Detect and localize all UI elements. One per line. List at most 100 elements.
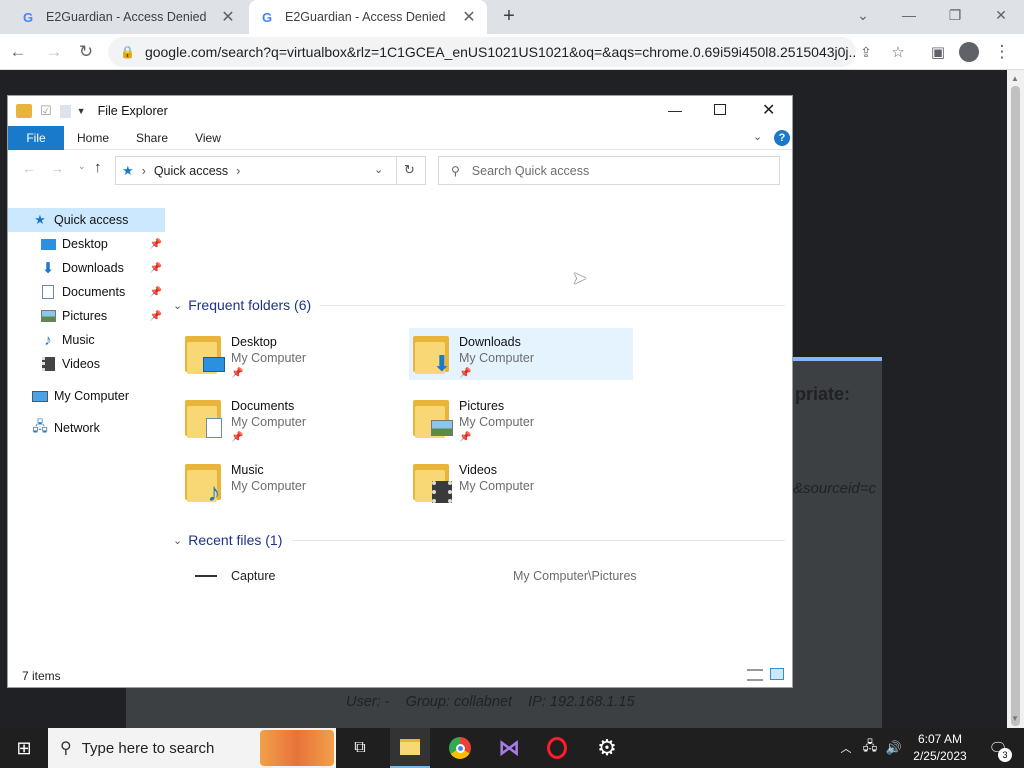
nav-desktop[interactable]: Desktop 📌 — [8, 232, 165, 256]
folder-tile-documents[interactable]: Documents My Computer 📌 — [181, 392, 405, 444]
document-icon — [203, 418, 225, 438]
recent-locations-icon[interactable]: ⌄ — [78, 161, 86, 172]
close-button[interactable]: ✕ — [762, 100, 775, 120]
volume-icon[interactable]: 🔊 — [884, 728, 904, 768]
film-strip-icon — [431, 481, 453, 503]
up-arrow-icon[interactable]: ↑ — [94, 159, 102, 176]
browser-toolbar: ← → ↻ 🔒 google.com/search?q=virtualbox&r… — [0, 34, 1024, 70]
help-icon[interactable]: ? — [774, 130, 790, 146]
maximize-button[interactable] — [714, 104, 726, 115]
nav-my-computer[interactable]: My Computer — [8, 384, 165, 408]
folder-location: My Computer — [231, 415, 307, 429]
collapse-chevron-icon[interactable]: ⌄ — [173, 534, 182, 547]
bookmark-star-icon[interactable]: ☆ — [886, 40, 910, 64]
share-icon[interactable]: ⇪ — [854, 40, 878, 64]
forward-icon[interactable]: → — [42, 40, 66, 64]
folder-tile-desktop[interactable]: Desktop My Computer 📌 — [181, 328, 405, 380]
nav-label: Videos — [62, 357, 100, 371]
pin-icon[interactable]: 📌 — [150, 263, 162, 274]
folder-icon: ♪ — [185, 460, 225, 507]
folder-tile-music[interactable]: ♪ Music My Computer — [181, 456, 405, 508]
tab-view[interactable]: View — [184, 126, 232, 150]
task-view-icon[interactable]: ⧉ — [340, 728, 380, 768]
new-folder-qat-icon[interactable] — [59, 104, 71, 118]
nav-music[interactable]: ♪ Music — [8, 328, 165, 352]
folder-location: My Computer — [459, 415, 535, 429]
side-panel-icon[interactable]: ▣ — [926, 40, 950, 64]
back-icon[interactable]: ← — [6, 40, 30, 64]
refresh-icon[interactable]: ↻ — [404, 162, 415, 178]
settings-gear-icon[interactable]: ⚙ — [587, 728, 627, 768]
network-tray-icon[interactable]: 🖧 — [860, 728, 880, 768]
scrollbar-thumb[interactable] — [1011, 86, 1020, 726]
browser-tab-1[interactable]: G E2Guardian - Access Denied ✕ — [10, 0, 246, 34]
address-box[interactable]: ★ › Quick access › ⌄ ↻ — [115, 156, 426, 185]
tab-title: E2Guardian - Access Denied — [46, 10, 207, 24]
close-tab-icon[interactable]: ✕ — [220, 7, 236, 27]
folder-icon — [413, 460, 453, 504]
pin-icon[interactable]: 📌 — [150, 239, 162, 250]
large-icons-view-icon[interactable] — [770, 668, 784, 680]
nav-network[interactable]: 🖧 Network — [8, 416, 165, 440]
folder-tile-pictures[interactable]: Pictures My Computer 📌 — [409, 392, 633, 444]
nav-label: My Computer — [54, 389, 130, 403]
search-placeholder: Type here to search — [81, 739, 215, 757]
back-arrow-icon[interactable]: ← — [22, 160, 36, 176]
nav-quick-access[interactable]: ★ Quick access — [8, 208, 165, 232]
folder-location: My Computer — [459, 479, 535, 493]
tab-search-icon[interactable]: ⌄ — [840, 0, 886, 30]
tab-share[interactable]: Share — [128, 126, 176, 150]
minimize-button[interactable]: — — [668, 102, 682, 118]
reload-icon[interactable]: ↻ — [74, 40, 98, 64]
frequent-folders-header[interactable]: ⌄ Frequent folders (6) — [173, 295, 785, 315]
folder-tile-downloads[interactable]: ⬇ Downloads My Computer 📌 — [409, 328, 633, 380]
close-tab-icon[interactable]: ✕ — [461, 7, 477, 27]
pin-icon: 📌 — [231, 432, 244, 443]
scroll-down-icon[interactable]: ▼ — [1011, 714, 1019, 723]
breadcrumb-chevron-icon[interactable]: › — [142, 164, 146, 178]
taskbar-search-box[interactable]: ⚲ Type here to search — [48, 728, 336, 768]
close-window-button[interactable]: ✕ — [978, 0, 1024, 30]
recent-files-header[interactable]: ⌄ Recent files (1) — [173, 530, 785, 550]
new-tab-button[interactable]: + — [496, 5, 522, 29]
notification-center-icon[interactable]: 🗨 3 — [980, 728, 1016, 768]
clock[interactable]: 6:07 AM 2/25/2023 — [908, 731, 972, 765]
details-view-icon[interactable] — [747, 669, 763, 681]
restore-button[interactable]: ❐ — [932, 0, 978, 30]
file-explorer-taskbar-icon[interactable] — [390, 728, 430, 768]
opera-taskbar-icon[interactable] — [537, 728, 577, 768]
address-dropdown-icon[interactable]: ⌄ — [374, 163, 383, 176]
visual-studio-taskbar-icon[interactable]: ⋈ — [489, 728, 529, 768]
scroll-up-icon[interactable]: ▲ — [1011, 74, 1019, 83]
minimize-button[interactable]: — — [886, 0, 932, 30]
folder-location: My Computer — [459, 351, 535, 365]
pin-icon[interactable]: 📌 — [150, 311, 162, 322]
browser-tab-2[interactable]: G E2Guardian - Access Denied ✕ — [249, 0, 487, 34]
qat-dropdown-icon[interactable]: ▼ — [77, 106, 86, 116]
search-box[interactable]: ⚲ Search Quick access — [438, 156, 780, 185]
pin-icon[interactable]: 📌 — [150, 287, 162, 298]
quick-access-star-icon: ★ — [122, 162, 134, 178]
recent-file-row[interactable]: Capture My Computer\Pictures — [195, 565, 795, 587]
nav-pictures[interactable]: Pictures 📌 — [8, 304, 165, 328]
nav-documents[interactable]: Documents 📌 — [8, 280, 165, 304]
expand-ribbon-icon[interactable]: ⌄ — [753, 130, 762, 143]
menu-kebab-icon[interactable]: ⋮ — [990, 40, 1014, 64]
breadcrumb-chevron-icon[interactable]: › — [236, 164, 240, 178]
address-bar[interactable]: 🔒 google.com/search?q=virtualbox&rlz=1C1… — [108, 37, 856, 67]
lock-icon: 🔒 — [120, 45, 135, 59]
properties-qat-icon[interactable]: ☑ — [40, 103, 52, 119]
collapse-chevron-icon[interactable]: ⌄ — [173, 299, 182, 312]
folder-tile-videos[interactable]: Videos My Computer — [409, 456, 633, 508]
tab-home[interactable]: Home — [68, 126, 118, 150]
nav-videos[interactable]: Videos — [8, 352, 165, 376]
chrome-taskbar-icon[interactable] — [440, 728, 480, 768]
tab-file[interactable]: File — [8, 126, 64, 150]
breadcrumb-quick-access[interactable]: Quick access — [154, 164, 228, 178]
nav-downloads[interactable]: ⬇ Downloads 📌 — [8, 256, 165, 280]
forward-arrow-icon[interactable]: → — [50, 160, 64, 176]
page-scrollbar[interactable]: ▲ ▼ — [1007, 70, 1024, 728]
start-windows-icon[interactable]: ⊞ — [0, 728, 48, 768]
profile-avatar[interactable] — [957, 40, 981, 64]
show-hidden-icons-chevron-icon[interactable]: ︿ — [836, 728, 856, 768]
